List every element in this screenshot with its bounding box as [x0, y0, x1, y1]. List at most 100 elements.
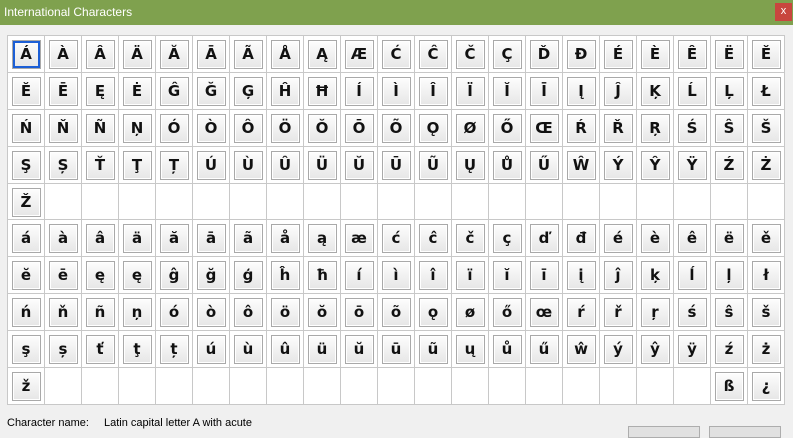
character-key[interactable]: Ș: [48, 150, 78, 180]
character-key[interactable]: Ĉ: [418, 39, 448, 69]
character-key[interactable]: Ŷ: [640, 150, 670, 180]
character-key[interactable]: à: [48, 223, 78, 253]
character-key[interactable]: Ä: [122, 39, 152, 69]
character-key[interactable]: æ: [344, 223, 374, 253]
character-key[interactable]: Ê: [677, 39, 707, 69]
character-key[interactable]: ą: [307, 223, 337, 253]
character-key[interactable]: Ł: [751, 76, 781, 106]
character-key[interactable]: ź: [714, 334, 744, 364]
character-key[interactable]: ô: [233, 297, 263, 327]
character-key[interactable]: Ì: [381, 76, 411, 106]
character-key[interactable]: ū: [381, 334, 411, 364]
character-key[interactable]: Ć: [381, 39, 411, 69]
character-key[interactable]: ĵ: [603, 260, 633, 290]
character-key[interactable]: Ç: [492, 39, 522, 69]
character-key[interactable]: Ą: [307, 39, 337, 69]
character-key[interactable]: Ÿ: [677, 150, 707, 180]
character-key[interactable]: Ź: [714, 150, 744, 180]
character-key[interactable]: ķ: [640, 260, 670, 290]
character-key[interactable]: ĝ: [159, 260, 189, 290]
character-key[interactable]: ř: [603, 297, 633, 327]
character-key[interactable]: ļ: [714, 260, 744, 290]
character-key[interactable]: Ō: [344, 113, 374, 143]
character-key[interactable]: Œ: [529, 113, 559, 143]
character-key[interactable]: ŵ: [566, 334, 596, 364]
character-key[interactable]: Ĝ: [159, 76, 189, 106]
character-key[interactable]: î: [418, 260, 448, 290]
character-key[interactable]: å: [270, 223, 300, 253]
character-key[interactable]: ç: [492, 223, 522, 253]
character-key[interactable]: Š: [751, 113, 781, 143]
character-key[interactable]: Ĵ: [603, 76, 633, 106]
character-key[interactable]: ħ: [307, 260, 337, 290]
character-key[interactable]: Đ: [566, 39, 596, 69]
character-key[interactable]: ù: [233, 334, 263, 364]
character-key[interactable]: ī: [529, 260, 559, 290]
character-key[interactable]: ę: [85, 260, 115, 290]
character-key[interactable]: Ĕ: [11, 76, 41, 106]
character-key[interactable]: ò: [196, 297, 226, 327]
character-key[interactable]: đ: [566, 223, 596, 253]
character-key[interactable]: Ô: [233, 113, 263, 143]
character-key[interactable]: ű: [529, 334, 559, 364]
character-key[interactable]: ņ: [122, 297, 152, 327]
character-key[interactable]: À: [48, 39, 78, 69]
character-key[interactable]: ž: [11, 371, 41, 401]
character-key[interactable]: ţ: [122, 334, 152, 364]
character-key[interactable]: Å: [270, 39, 300, 69]
character-key[interactable]: Ŕ: [566, 113, 596, 143]
character-key[interactable]: ĉ: [418, 223, 448, 253]
character-key[interactable]: Ž: [11, 187, 41, 217]
character-key[interactable]: ß: [714, 371, 744, 401]
character-key[interactable]: ï: [455, 260, 485, 290]
character-key[interactable]: ñ: [85, 297, 115, 327]
character-key[interactable]: ę: [122, 260, 152, 290]
character-key[interactable]: Ü: [307, 150, 337, 180]
character-key[interactable]: ǫ: [418, 297, 448, 327]
close-button[interactable]: x: [775, 3, 792, 21]
character-key[interactable]: ł: [751, 260, 781, 290]
character-key[interactable]: Ų: [455, 150, 485, 180]
character-key[interactable]: Ď: [529, 39, 559, 69]
character-key[interactable]: Î: [418, 76, 448, 106]
character-key[interactable]: É: [603, 39, 633, 69]
character-key[interactable]: Æ: [344, 39, 374, 69]
character-key[interactable]: õ: [381, 297, 411, 327]
character-key[interactable]: ê: [677, 223, 707, 253]
character-key[interactable]: ú: [196, 334, 226, 364]
character-key[interactable]: Ķ: [640, 76, 670, 106]
character-key[interactable]: ş: [11, 334, 41, 364]
character-key[interactable]: š: [751, 297, 781, 327]
character-key[interactable]: ŝ: [714, 297, 744, 327]
character-key[interactable]: Ù: [233, 150, 263, 180]
character-key[interactable]: Ũ: [418, 150, 448, 180]
character-key[interactable]: Ń: [11, 113, 41, 143]
character-key[interactable]: Ż: [751, 150, 781, 180]
character-key[interactable]: Ő: [492, 113, 522, 143]
character-key[interactable]: ĥ: [270, 260, 300, 290]
character-key[interactable]: é: [603, 223, 633, 253]
character-key[interactable]: Ǫ: [418, 113, 448, 143]
character-key[interactable]: Ģ: [233, 76, 263, 106]
character-key[interactable]: ų: [455, 334, 485, 364]
character-key[interactable]: Ś: [677, 113, 707, 143]
character-key[interactable]: ŭ: [344, 334, 374, 364]
character-key[interactable]: Ň: [48, 113, 78, 143]
character-key[interactable]: ë: [714, 223, 744, 253]
character-key[interactable]: ŷ: [640, 334, 670, 364]
character-key[interactable]: ø: [455, 297, 485, 327]
character-key[interactable]: Ě: [751, 39, 781, 69]
character-key[interactable]: Ò: [196, 113, 226, 143]
character-key[interactable]: ö: [270, 297, 300, 327]
character-key[interactable]: Č: [455, 39, 485, 69]
character-key[interactable]: ý: [603, 334, 633, 364]
character-key[interactable]: â: [85, 223, 115, 253]
character-key[interactable]: ¿: [751, 371, 781, 401]
character-key[interactable]: ì: [381, 260, 411, 290]
character-key[interactable]: ż: [751, 334, 781, 364]
character-key[interactable]: ś: [677, 297, 707, 327]
character-key[interactable]: ĕ: [11, 260, 41, 290]
character-key[interactable]: Ē: [48, 76, 78, 106]
character-key[interactable]: Ŝ: [714, 113, 744, 143]
character-key[interactable]: È: [640, 39, 670, 69]
